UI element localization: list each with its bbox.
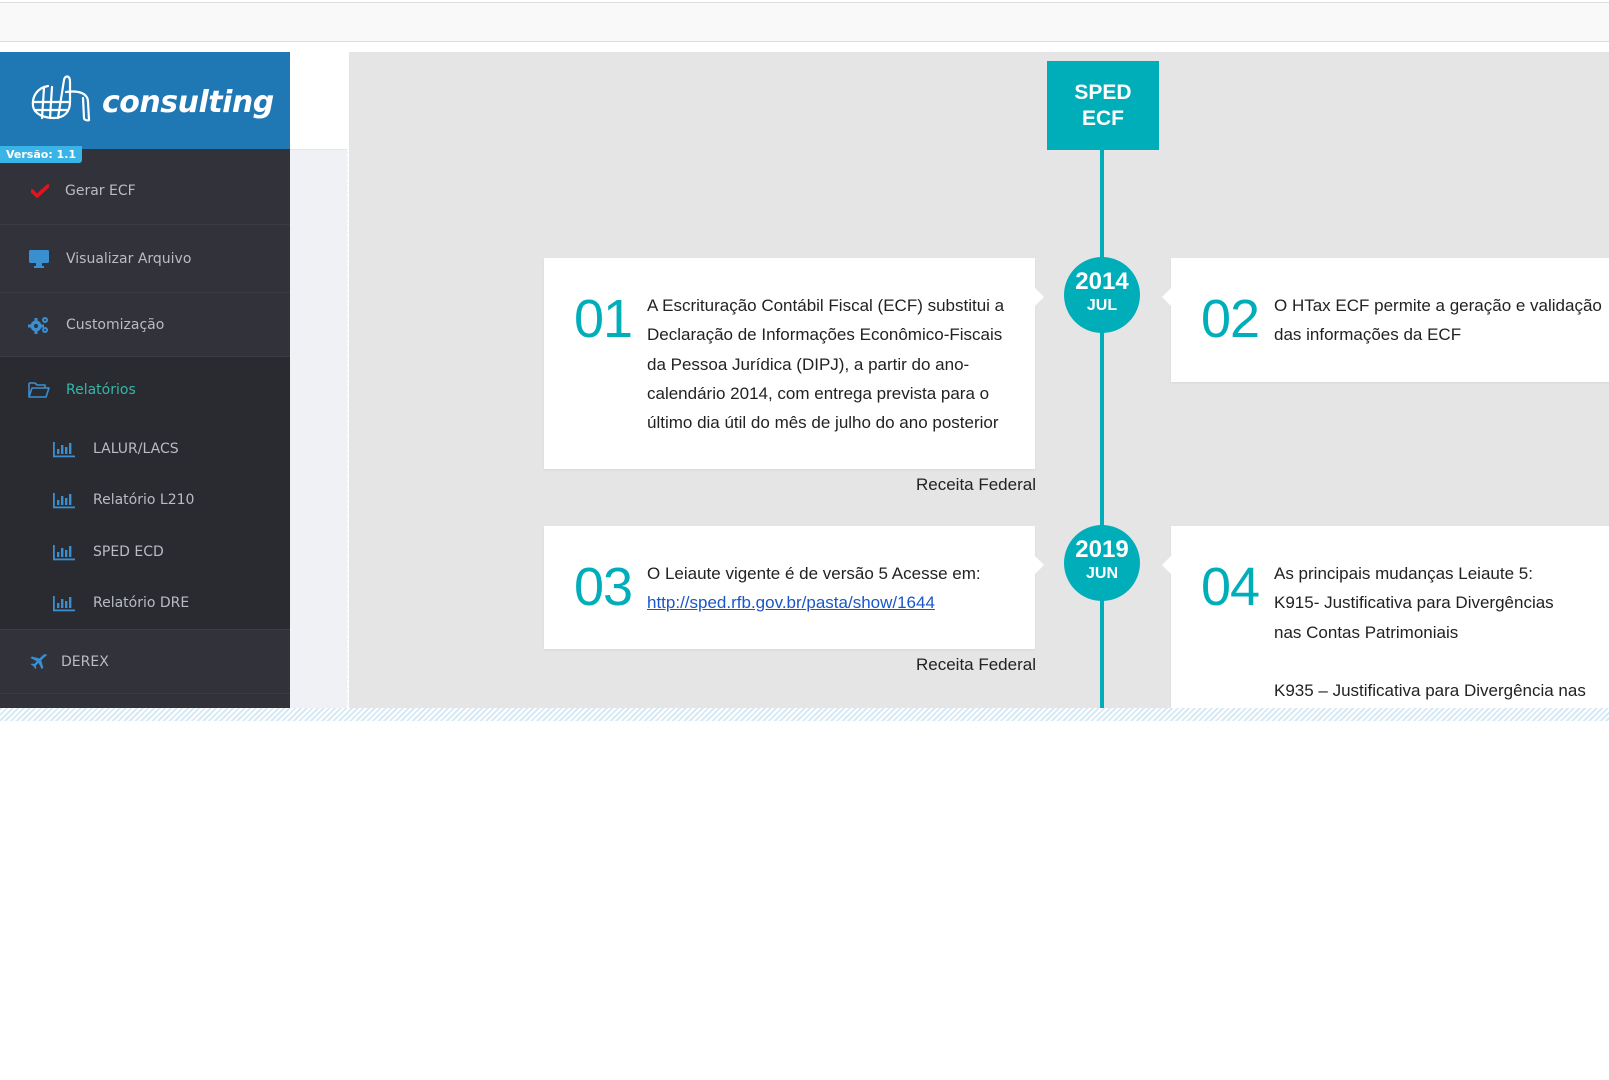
bar-chart-icon bbox=[53, 596, 75, 612]
card-source: Receita Federal bbox=[915, 655, 1036, 674]
sidebar-item-label: Visualizar Arquivo bbox=[66, 250, 192, 267]
sidebar-subitem-label: LALUR/LACS bbox=[93, 440, 179, 457]
timeline-card: 02 O HTax ECF permite a geração e valida… bbox=[1162, 258, 1609, 382]
card-text: O Leiaute vigente é de versão 5 Acesse e… bbox=[647, 559, 1015, 618]
browser-toolbar bbox=[0, 2, 1609, 42]
bar-chart-icon bbox=[53, 493, 75, 509]
gears-icon bbox=[28, 315, 50, 335]
bar-chart-icon bbox=[53, 544, 75, 561]
check-icon bbox=[29, 181, 51, 201]
relatorios-submenu: LALUR/LACS Relatório L210 SPED ECD Relat… bbox=[0, 423, 290, 630]
sidebar-item-label: Gerar ECF bbox=[65, 182, 136, 199]
monitor-icon bbox=[28, 249, 50, 269]
card-source: Receita Federal bbox=[915, 475, 1036, 494]
version-badge: Versão: 1.1 bbox=[0, 146, 83, 163]
footer-stripe bbox=[0, 708, 1609, 721]
sidebar-subitem-label: SPED ECD bbox=[93, 543, 164, 560]
card-text-line: As principais mudanças Leiaute 5: bbox=[1274, 564, 1533, 583]
content-gutter bbox=[290, 149, 348, 708]
sidebar-subitem-relatorio-l210[interactable]: Relatório L210 bbox=[0, 475, 290, 527]
logo-header[interactable]: consulting bbox=[0, 52, 290, 149]
sidebar-item-label: Relatórios bbox=[66, 382, 136, 398]
sidebar-menu: Gerar ECF Visualizar Arquivo Customizaçã… bbox=[0, 149, 290, 694]
sidebar-item-relatorios[interactable]: Relatórios bbox=[0, 357, 290, 423]
milestone-year: 2019 bbox=[1075, 536, 1129, 563]
card-text: As principais mudanças Leiaute 5: K915- … bbox=[1274, 559, 1609, 705]
timeline-card: 03 O Leiaute vigente é de versão 5 Acess… bbox=[544, 526, 1044, 649]
sidebar-item-label: Customização bbox=[66, 316, 165, 333]
milestone-month: JUL bbox=[1086, 297, 1118, 314]
sidebar-item-label: DEREX bbox=[61, 653, 109, 670]
sidebar-subitem-lalur-lacs[interactable]: LALUR/LACS bbox=[0, 423, 290, 475]
card-text-line: K915- Justificativa para Divergências na… bbox=[1274, 593, 1554, 642]
sidebar-subitem-relatorio-dre[interactable]: Relatório DRE bbox=[0, 578, 290, 630]
timeline-header: SPED ECF bbox=[1047, 61, 1159, 150]
card-number: 02 bbox=[1201, 289, 1260, 349]
logo-text: consulting bbox=[102, 85, 274, 120]
card-text-line: O Leiaute vigente é de versão 5 Acesse e… bbox=[647, 564, 981, 583]
card-text-line: K935 – Justificativa para Divergência na… bbox=[1274, 681, 1586, 701]
milestone-year: 2014 bbox=[1075, 268, 1129, 295]
header-spacer bbox=[290, 52, 348, 149]
folder-open-icon bbox=[28, 380, 50, 400]
card-number: 04 bbox=[1201, 557, 1260, 617]
milestone-month: JUN bbox=[1085, 565, 1118, 582]
card-text: O HTax ECF permite a geração e validação… bbox=[1274, 296, 1602, 345]
plane-icon bbox=[28, 652, 50, 672]
card-text: A Escrituração Contábil Fiscal (ECF) sub… bbox=[647, 296, 1005, 433]
sidebar: consulting Versão: 1.1 Gerar ECF Visuali… bbox=[0, 52, 290, 708]
timeline-card: 04 As principais mudanças Leiaute 5: K91… bbox=[1162, 526, 1609, 708]
timeline-header-line1: SPED bbox=[1074, 80, 1132, 104]
sidebar-subitem-label: Relatório DRE bbox=[93, 595, 190, 612]
timeline-milestone: 2019 JUN bbox=[1064, 525, 1140, 601]
timeline-header-line2: ECF bbox=[1082, 106, 1124, 130]
sidebar-item-derex[interactable]: DEREX bbox=[0, 630, 290, 694]
card-number: 01 bbox=[574, 289, 633, 349]
timeline-milestone: 2014 JUL bbox=[1064, 257, 1140, 333]
sidebar-subitem-label: Relatório L210 bbox=[93, 492, 195, 509]
sidebar-item-customizacao[interactable]: Customização bbox=[0, 293, 290, 357]
timeline-card: 01 A Escrituração Contábil Fiscal (ECF) … bbox=[544, 258, 1044, 469]
bar-chart-icon bbox=[53, 441, 75, 458]
sidebar-item-visualizar-arquivo[interactable]: Visualizar Arquivo bbox=[0, 225, 290, 293]
timeline-panel: SPED ECF 2014 JUL 2019 JUN 01 A Escritur… bbox=[349, 52, 1609, 708]
sidebar-subitem-sped-ecd[interactable]: SPED ECD bbox=[0, 526, 290, 578]
timeline-line bbox=[1100, 148, 1104, 708]
card-number: 03 bbox=[574, 557, 633, 617]
logo-mark-icon bbox=[31, 75, 91, 122]
app-frame: consulting Versão: 1.1 Gerar ECF Visuali… bbox=[0, 52, 1609, 708]
sped-link[interactable]: http://sped.rfb.gov.br/pasta/show/1644 bbox=[647, 593, 935, 612]
